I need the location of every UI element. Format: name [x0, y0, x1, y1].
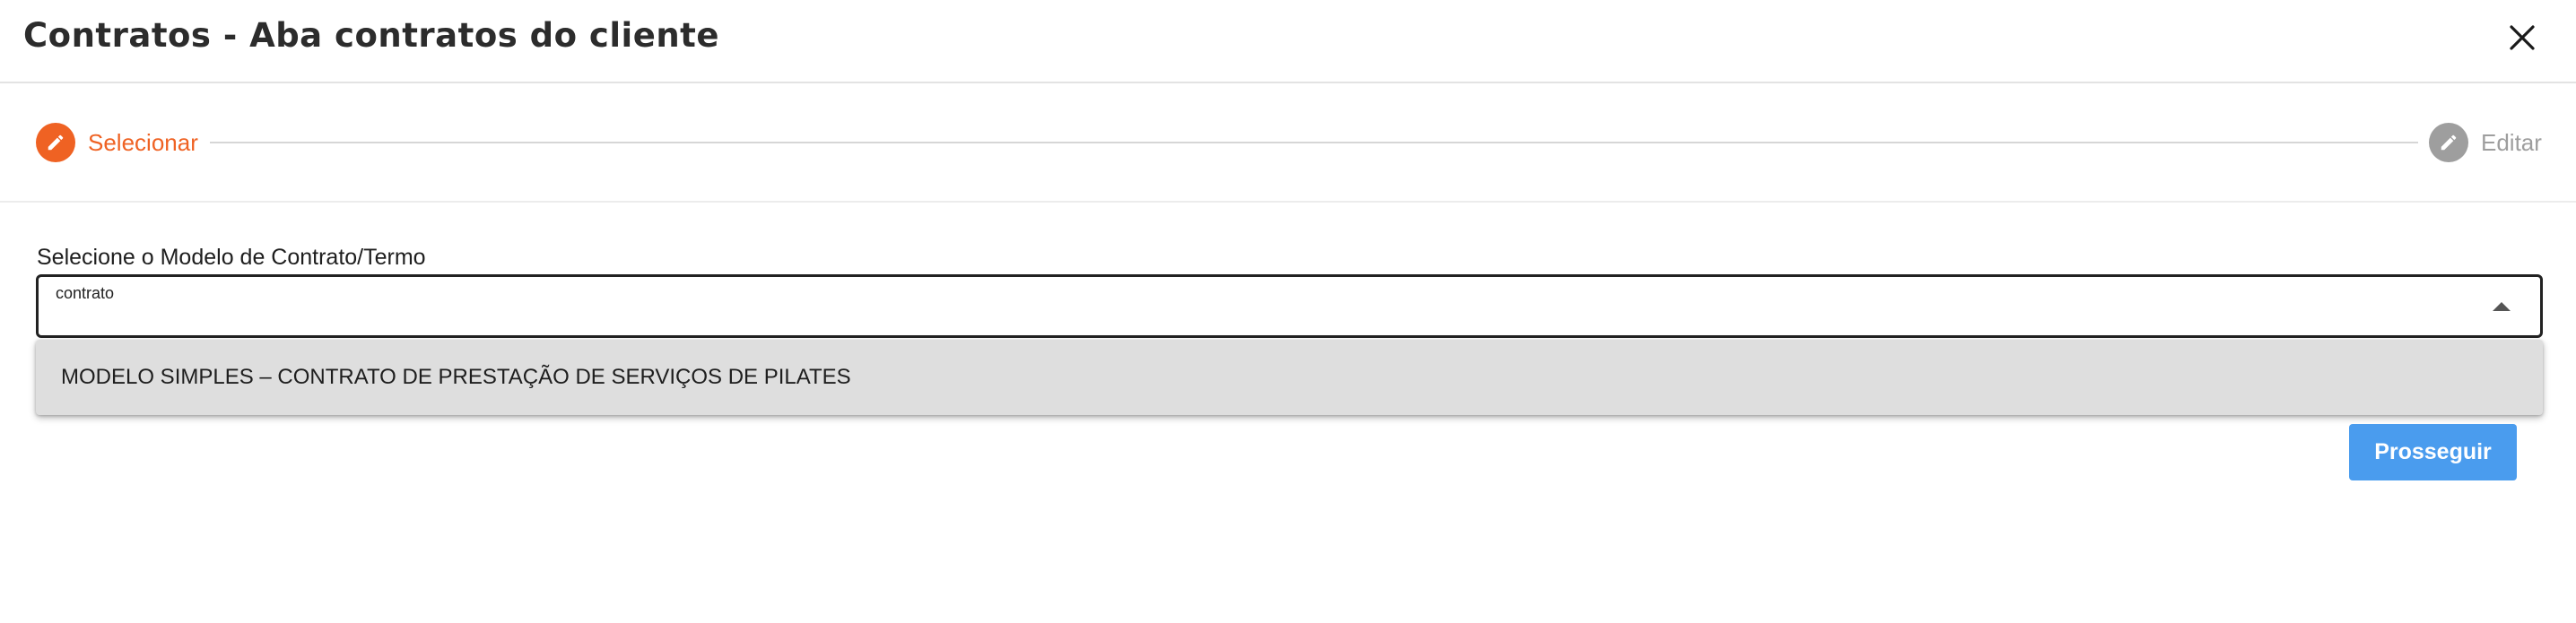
pencil-icon — [2441, 134, 2457, 151]
contract-options-dropdown: MODELO SIMPLES – CONTRATO DE PRESTAÇÃO D… — [36, 340, 2543, 415]
contract-model-select[interactable] — [36, 274, 2543, 338]
contract-model-label: Selecione o Modelo de Contrato/Termo — [37, 245, 426, 270]
stepper: Selecionar Editar — [0, 83, 2576, 203]
step-edit-label: Editar — [2481, 128, 2542, 156]
contract-search-input[interactable] — [56, 284, 2388, 303]
step-edit-circle — [2429, 123, 2468, 162]
proceed-button[interactable]: Prosseguir — [2349, 424, 2517, 480]
step-select-label: Selecionar — [88, 128, 198, 156]
step-edit[interactable]: Editar — [2429, 123, 2542, 162]
pencil-icon — [48, 134, 64, 151]
contracts-dialog: Contratos - Aba contratos do cliente Sel… — [0, 0, 2576, 623]
caret-up-icon[interactable] — [2493, 302, 2511, 311]
close-button[interactable] — [2502, 18, 2542, 57]
step-select[interactable]: Selecionar — [36, 123, 198, 162]
close-icon — [2510, 25, 2535, 50]
dialog-header: Contratos - Aba contratos do cliente — [0, 0, 2576, 83]
step-select-circle — [36, 123, 75, 162]
dropdown-option[interactable]: MODELO SIMPLES – CONTRATO DE PRESTAÇÃO D… — [36, 340, 2543, 415]
dialog-title: Contratos - Aba contratos do cliente — [23, 16, 719, 55]
step-connector — [210, 142, 2418, 143]
